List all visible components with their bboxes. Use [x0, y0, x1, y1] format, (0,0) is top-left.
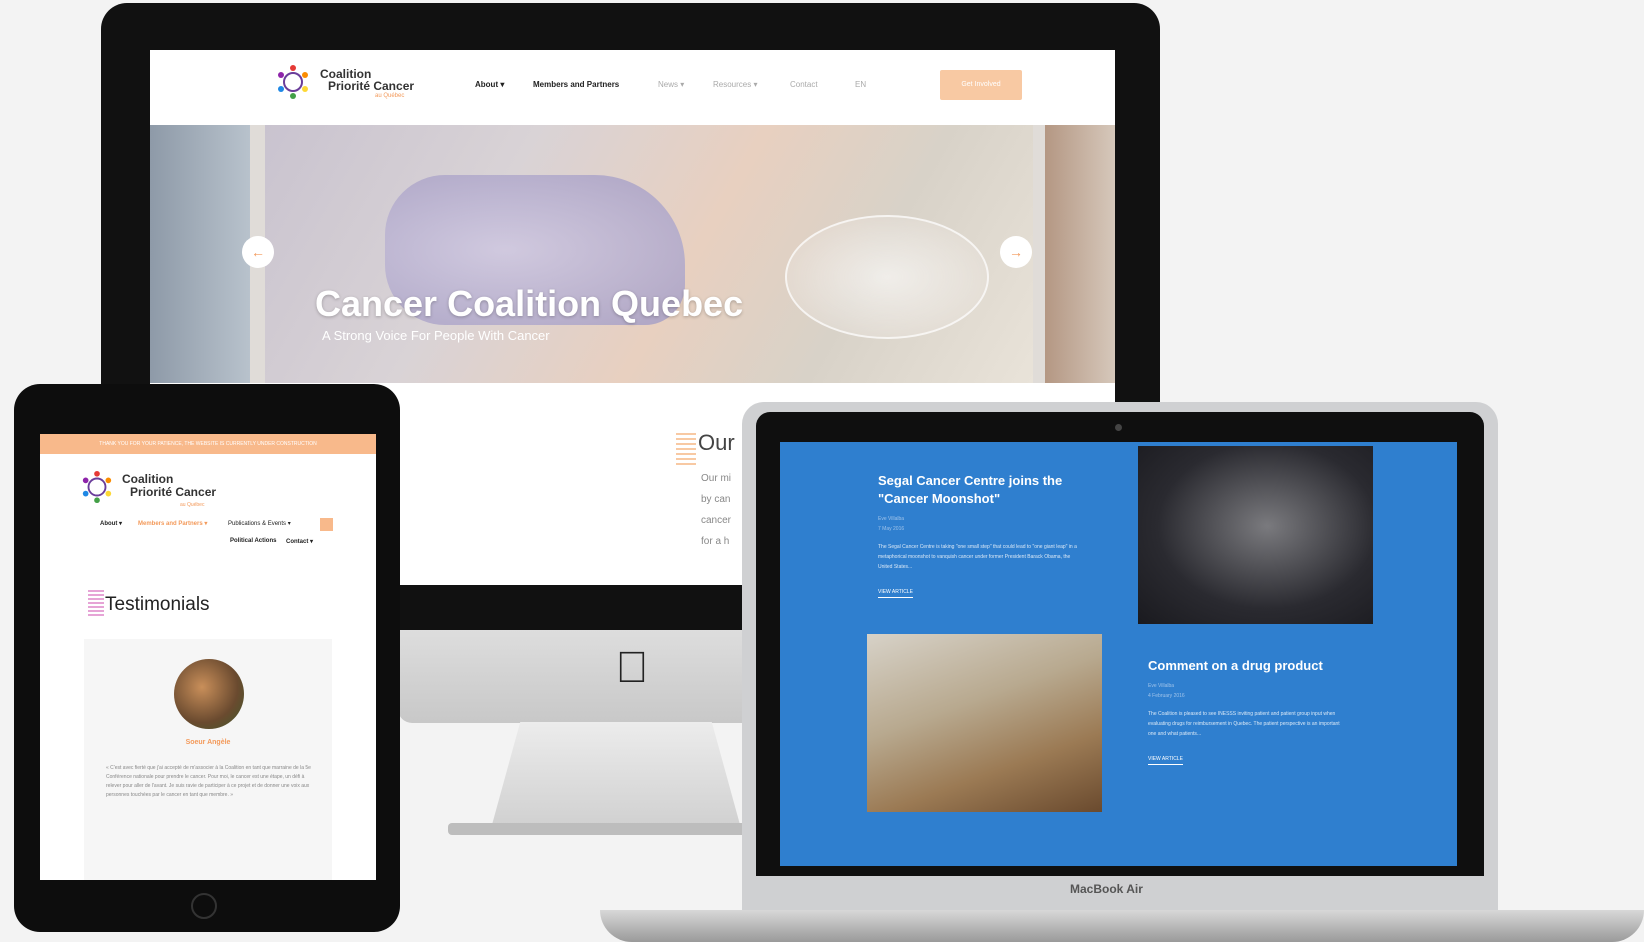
testimonial-card: Soeur Angèle « C'est avec fierté que j'a…: [84, 639, 332, 880]
imac-stand: [490, 722, 742, 832]
arrow-right-icon[interactable]: →: [1000, 236, 1032, 268]
our-mission-section: Our Our mi by can cancer for a h: [676, 430, 736, 580]
article-excerpt: The Segal Cancer Centre is taking "one s…: [878, 544, 1077, 570]
arrow-left-icon[interactable]: ←: [242, 236, 274, 268]
logo-sub: au Québec: [375, 93, 405, 99]
tab-nav-political[interactable]: Political Actions: [230, 538, 276, 544]
petri-dish-shape: [785, 215, 989, 339]
tab-nav-publications[interactable]: Publications & Events ▾: [228, 520, 291, 527]
coalition-logo-icon[interactable]: [80, 470, 114, 504]
view-article-link[interactable]: VIEW ARTICLE: [878, 589, 913, 598]
article-title[interactable]: Comment on a drug product: [1148, 657, 1348, 675]
tablet-screen: THANK YOU FOR YOUR PATIENCE, THE WEBSITE…: [40, 434, 376, 880]
coalition-logo-icon[interactable]: [275, 64, 311, 100]
laptop-base: [600, 910, 1644, 942]
logo-text: Coalition Priorité Cancer: [320, 68, 414, 92]
testimonial-text: « C'est avec fierté que j'ai accepté de …: [106, 765, 311, 798]
testimonial-name: Soeur Angèle: [185, 739, 231, 746]
testimonials-title: Testimonials: [105, 594, 210, 615]
tab-nav-contact[interactable]: Contact ▾: [286, 538, 313, 545]
article-card: Segal Cancer Centre joins the "Cancer Mo…: [878, 472, 1078, 598]
nav-about[interactable]: About ▾: [475, 80, 504, 89]
slide-main-image: [265, 125, 1033, 383]
camera-icon: [1115, 424, 1122, 431]
hero-subtitle: A Strong Voice For People With Cancer: [322, 328, 550, 343]
slide-prev-image: [150, 125, 250, 383]
site-header: Coalition Priorité Cancer au Québec Abou…: [150, 50, 1115, 120]
imac-base: [448, 823, 788, 835]
laptop-screen: Segal Cancer Centre joins the "Cancer Mo…: [780, 442, 1457, 866]
macbook-air-label: MacBook Air: [1070, 882, 1143, 896]
our-title: Our: [698, 430, 735, 455]
article-title[interactable]: Segal Cancer Centre joins the "Cancer Mo…: [878, 472, 1078, 508]
nav-contact[interactable]: Contact: [790, 80, 818, 89]
tablet-logo-sub: au Québec: [180, 502, 205, 508]
article-author: Eve Villalba: [1148, 683, 1175, 689]
article-date: 4 February 2016: [1148, 693, 1185, 699]
tab-nav-about[interactable]: About ▾: [100, 520, 122, 527]
nav-lang[interactable]: EN: [855, 80, 866, 89]
hero-slider: Cancer Coalition Quebec A Strong Voice F…: [150, 125, 1115, 383]
article-author: Eve Villalba: [878, 516, 905, 522]
apple-logo-icon: : [614, 646, 650, 690]
nav-members[interactable]: Members and Partners: [533, 80, 619, 89]
walker-image: [867, 634, 1102, 812]
nav-news[interactable]: News ▾: [658, 80, 684, 89]
decorative-dots: [88, 590, 104, 616]
tab-nav-button[interactable]: [320, 518, 333, 531]
view-article-link[interactable]: VIEW ARTICLE: [1148, 756, 1183, 765]
decorative-dots: [676, 430, 696, 465]
nav-resources[interactable]: Resources ▾: [713, 80, 758, 89]
get-involved-button[interactable]: Get Involved: [940, 70, 1022, 100]
hero-title: Cancer Coalition Quebec: [315, 283, 744, 324]
logo-line2: Priorité Cancer: [328, 79, 415, 93]
slide-next-image: [1045, 125, 1115, 383]
construction-banner: THANK YOU FOR YOUR PATIENCE, THE WEBSITE…: [40, 434, 376, 454]
tab-nav-members[interactable]: Members and Partners ▾: [138, 520, 207, 527]
mri-image: [1138, 446, 1373, 624]
article-excerpt: The Coalition is pleased to see INESSS i…: [1148, 711, 1340, 737]
article-date: 7 May 2016: [878, 526, 905, 532]
our-text: Our mi by can cancer for a h: [701, 473, 732, 547]
article-card: Comment on a drug product Eve Villalba 4…: [1148, 657, 1348, 765]
tablet-logo-text: Coalition Priorité Cancer: [122, 472, 217, 499]
avatar: [174, 659, 244, 729]
home-button-icon[interactable]: [191, 893, 217, 919]
